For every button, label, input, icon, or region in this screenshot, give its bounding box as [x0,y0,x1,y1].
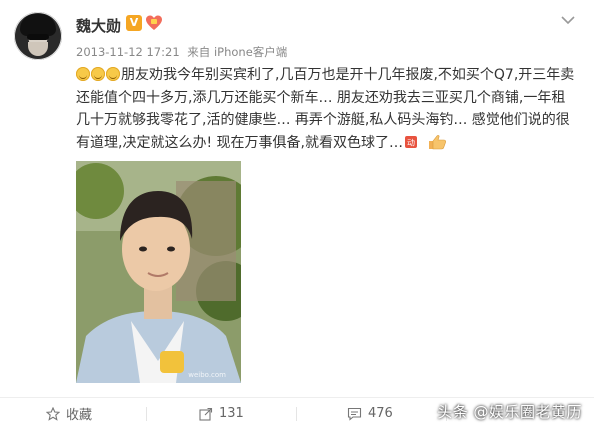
forward-count: 131 [219,406,244,421]
divider [146,407,147,421]
avatar[interactable] [14,12,62,60]
comment-count: 476 [368,406,393,421]
thumbs-up-icon [428,134,446,149]
svg-text:动: 动 [407,137,415,147]
favorite-button[interactable]: 收藏 [46,398,92,429]
post-meta: 2013-11-12 17:21 来自 iPhone客户端 [76,44,287,60]
action-bar: 收藏 131 476 头条 @娱乐圈老黄历 [0,398,594,429]
watermark: 头条 @娱乐圈老黄历 [437,403,582,421]
smile-emoji-icon [76,67,90,81]
weibo-post: 魏大勋 V 2013-11-12 17:21 来自 iPhone客户端 朋友劝我… [0,0,594,429]
content-text: 还能值个四十多万,添几万还能买个新车… 朋友还劝我去三亚买几个商铺,一年租 [76,89,566,106]
smile-emoji-icon [91,67,105,81]
comment-icon [347,407,362,421]
smile-emoji-icon [106,67,120,81]
post-content: 朋友劝我今年别买宾利了,几百万也是开十几年报废,不如买个Q7,开三年卖 还能值个… [76,64,584,154]
content-text: 朋友劝我今年别买宾利了,几百万也是开十几年报废,不如买个Q7,开三年卖 [121,67,575,83]
divider [296,407,297,421]
timestamp[interactable]: 2013-11-12 17:21 [76,45,180,59]
forward-button[interactable]: 131 [199,398,244,429]
share-icon [199,407,213,421]
go-sticker-icon: 动 [404,135,417,148]
verified-badge-icon: V [126,15,142,31]
chevron-down-icon[interactable] [560,14,576,26]
content-text: 有道理,决定就这么办! 现在万事俱备,就看双色球了… [76,134,403,151]
content-line-1: 朋友劝我今年别买宾利了,几百万也是开十几年报废,不如买个Q7,开三年卖 [76,64,584,87]
post-photo[interactable]: weibo.com [76,161,241,383]
username[interactable]: 魏大勋 [76,15,121,36]
content-line-4: 有道理,决定就这么办! 现在万事俱备,就看双色球了… 动 [76,132,584,155]
content-line-2: 还能值个四十多万,添几万还能买个新车… 朋友还劝我去三亚买几个商铺,一年租 [76,87,584,110]
svg-text:weibo.com: weibo.com [188,371,226,379]
content-line-3: 几十万就够我零花了,活的健康些… 再弄个游艇,私人码头海钓… 感觉他们说的很 [76,109,584,132]
star-icon [46,406,60,421]
source: 来自 iPhone客户端 [187,45,288,59]
comment-button[interactable]: 476 [347,398,393,429]
content-text: 几十万就够我零花了,活的健康些… 再弄个游艇,私人码头海钓… 感觉他们说的很 [76,112,570,128]
vip-heart-icon [146,15,162,30]
favorite-label: 收藏 [66,408,93,423]
